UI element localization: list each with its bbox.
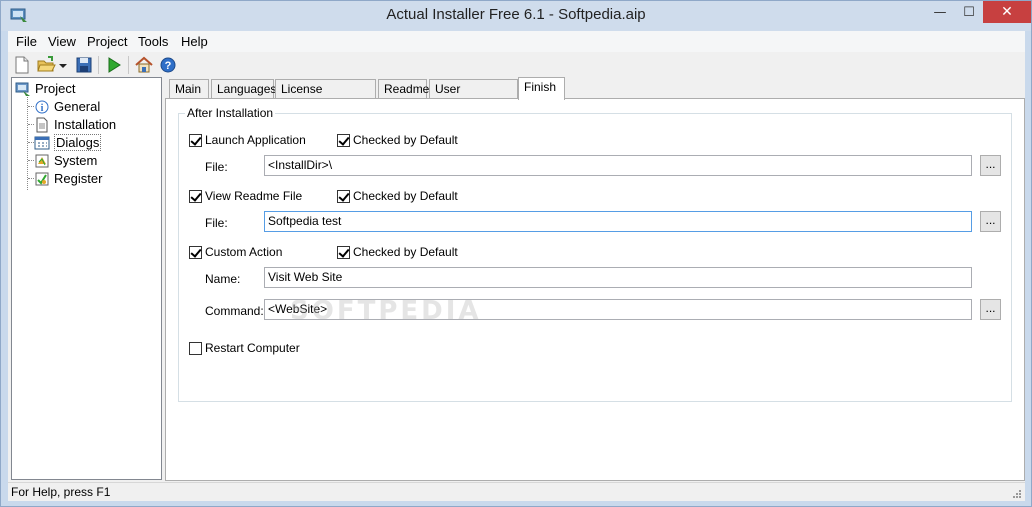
checkbox-box: [337, 245, 350, 259]
tab-user-information[interactable]: User Information: [429, 79, 518, 114]
toolbar: ?: [8, 52, 1025, 78]
tab-languages[interactable]: Languages: [211, 79, 276, 99]
checkbox-box: [189, 133, 202, 147]
tree-connector: [27, 97, 28, 190]
new-file-icon[interactable]: [12, 55, 32, 75]
build-run-icon[interactable]: [104, 55, 124, 75]
menu-help[interactable]: Help: [181, 34, 208, 49]
status-text: For Help, press F1: [11, 485, 111, 499]
restart-computer-checkbox[interactable]: Restart Computer: [189, 341, 300, 355]
menu-bar: File View Project Tools Help: [8, 31, 1025, 52]
maximize-button[interactable]: ☐: [955, 1, 983, 23]
checkbox-box: [189, 189, 202, 203]
svg-text:i: i: [41, 103, 44, 114]
svg-text:?: ?: [165, 60, 172, 72]
file2-label: File:: [205, 216, 228, 230]
tree-item-label: Installation: [54, 117, 117, 132]
file2-input[interactable]: Softpedia test: [264, 211, 972, 232]
open-folder-icon[interactable]: [36, 55, 56, 75]
tree-item-project[interactable]: Project: [15, 80, 75, 97]
tab-readme[interactable]: Readme: [378, 79, 429, 99]
group-title: After Installation: [185, 106, 276, 120]
minimize-button[interactable]: —: [925, 1, 955, 23]
checkbox-label: Launch Application: [205, 133, 306, 147]
checkbox-box: [189, 245, 202, 259]
tree-item-dialogs[interactable]: Dialogs: [34, 134, 102, 151]
tree-item-label: Project: [35, 81, 76, 96]
app-window: Actual Installer Free 6.1 - Softpedia.ai…: [0, 0, 1032, 507]
launch-default-checkbox[interactable]: Checked by Default: [337, 133, 458, 147]
resize-grip-icon[interactable]: [1011, 488, 1022, 499]
checkbox-label: Checked by Default: [353, 245, 458, 259]
finish-panel: After Installation Launch Application Ch…: [165, 98, 1025, 481]
file1-input[interactable]: <InstallDir>\: [264, 155, 972, 176]
checkbox-box: [189, 341, 202, 355]
checkbox-label: Restart Computer: [205, 341, 300, 355]
checkbox-box: [337, 189, 350, 203]
tab-license-agreement[interactable]: License Agreement: [275, 79, 376, 114]
toolbar-separator: [98, 56, 99, 74]
checkbox-label: Checked by Default: [353, 133, 458, 147]
menu-tools[interactable]: Tools: [138, 34, 168, 49]
title-bar[interactable]: Actual Installer Free 6.1 - Softpedia.ai…: [1, 1, 1031, 31]
tree-item-installation[interactable]: Installation: [34, 116, 116, 133]
help-icon[interactable]: ?: [158, 55, 178, 75]
tree-item-general[interactable]: i General: [34, 98, 100, 115]
tree-item-register[interactable]: Register: [34, 170, 102, 187]
register-icon: [35, 172, 49, 185]
after-installation-group: After Installation Launch Application Ch…: [178, 106, 1012, 402]
launch-application-checkbox[interactable]: Launch Application: [189, 133, 306, 147]
file2-browse-button[interactable]: ...: [980, 211, 1001, 232]
command-browse-button[interactable]: ...: [980, 299, 1001, 320]
close-button[interactable]: ✕: [983, 1, 1031, 23]
name-label: Name:: [205, 272, 241, 286]
menu-project[interactable]: Project: [87, 34, 127, 49]
toolbar-separator: [128, 56, 129, 74]
tab-strip: Main Languages License Agreement Readme …: [167, 77, 1025, 114]
checkbox-label: Custom Action: [205, 245, 283, 259]
project-tree[interactable]: Project i General Installation Dialogs S…: [11, 77, 162, 480]
checkbox-label: Checked by Default: [353, 189, 458, 203]
readme-default-checkbox[interactable]: Checked by Default: [337, 189, 458, 203]
file1-browse-button[interactable]: ...: [980, 155, 1001, 176]
dialog-grid-icon: [34, 136, 50, 149]
window-title: Actual Installer Free 6.1 - Softpedia.ai…: [386, 6, 646, 23]
tree-item-label: Register: [54, 171, 103, 186]
tab-finish[interactable]: Finish: [518, 77, 565, 100]
file1-label: File:: [205, 160, 228, 174]
info-icon: i: [35, 100, 49, 114]
checkbox-box: [337, 133, 350, 147]
system-icon: [35, 154, 49, 167]
menu-file[interactable]: File: [16, 34, 37, 49]
tree-item-system[interactable]: System: [34, 152, 97, 169]
view-readme-checkbox[interactable]: View Readme File: [189, 189, 302, 203]
client-area: File View Project Tools Help ? Project i…: [8, 31, 1025, 501]
custom-default-checkbox[interactable]: Checked by Default: [337, 245, 458, 259]
home-icon[interactable]: [134, 55, 154, 75]
save-icon[interactable]: [74, 55, 94, 75]
tab-main[interactable]: Main: [169, 79, 209, 99]
computer-icon: [15, 82, 30, 96]
status-bar: For Help, press F1: [8, 482, 1025, 501]
command-label: Command:: [205, 304, 264, 318]
dropdown-arrow-icon[interactable]: [58, 55, 68, 75]
tree-item-label: Dialogs: [54, 134, 102, 151]
name-input[interactable]: Visit Web Site: [264, 267, 972, 288]
document-icon: [36, 117, 48, 132]
custom-action-checkbox[interactable]: Custom Action: [189, 245, 282, 259]
tree-item-label: System: [54, 153, 98, 168]
checkbox-label: View Readme File: [205, 189, 303, 203]
tree-item-label: General: [54, 99, 101, 114]
softpedia-watermark: SOFTPEDIA: [290, 296, 482, 326]
menu-view[interactable]: View: [48, 34, 76, 49]
